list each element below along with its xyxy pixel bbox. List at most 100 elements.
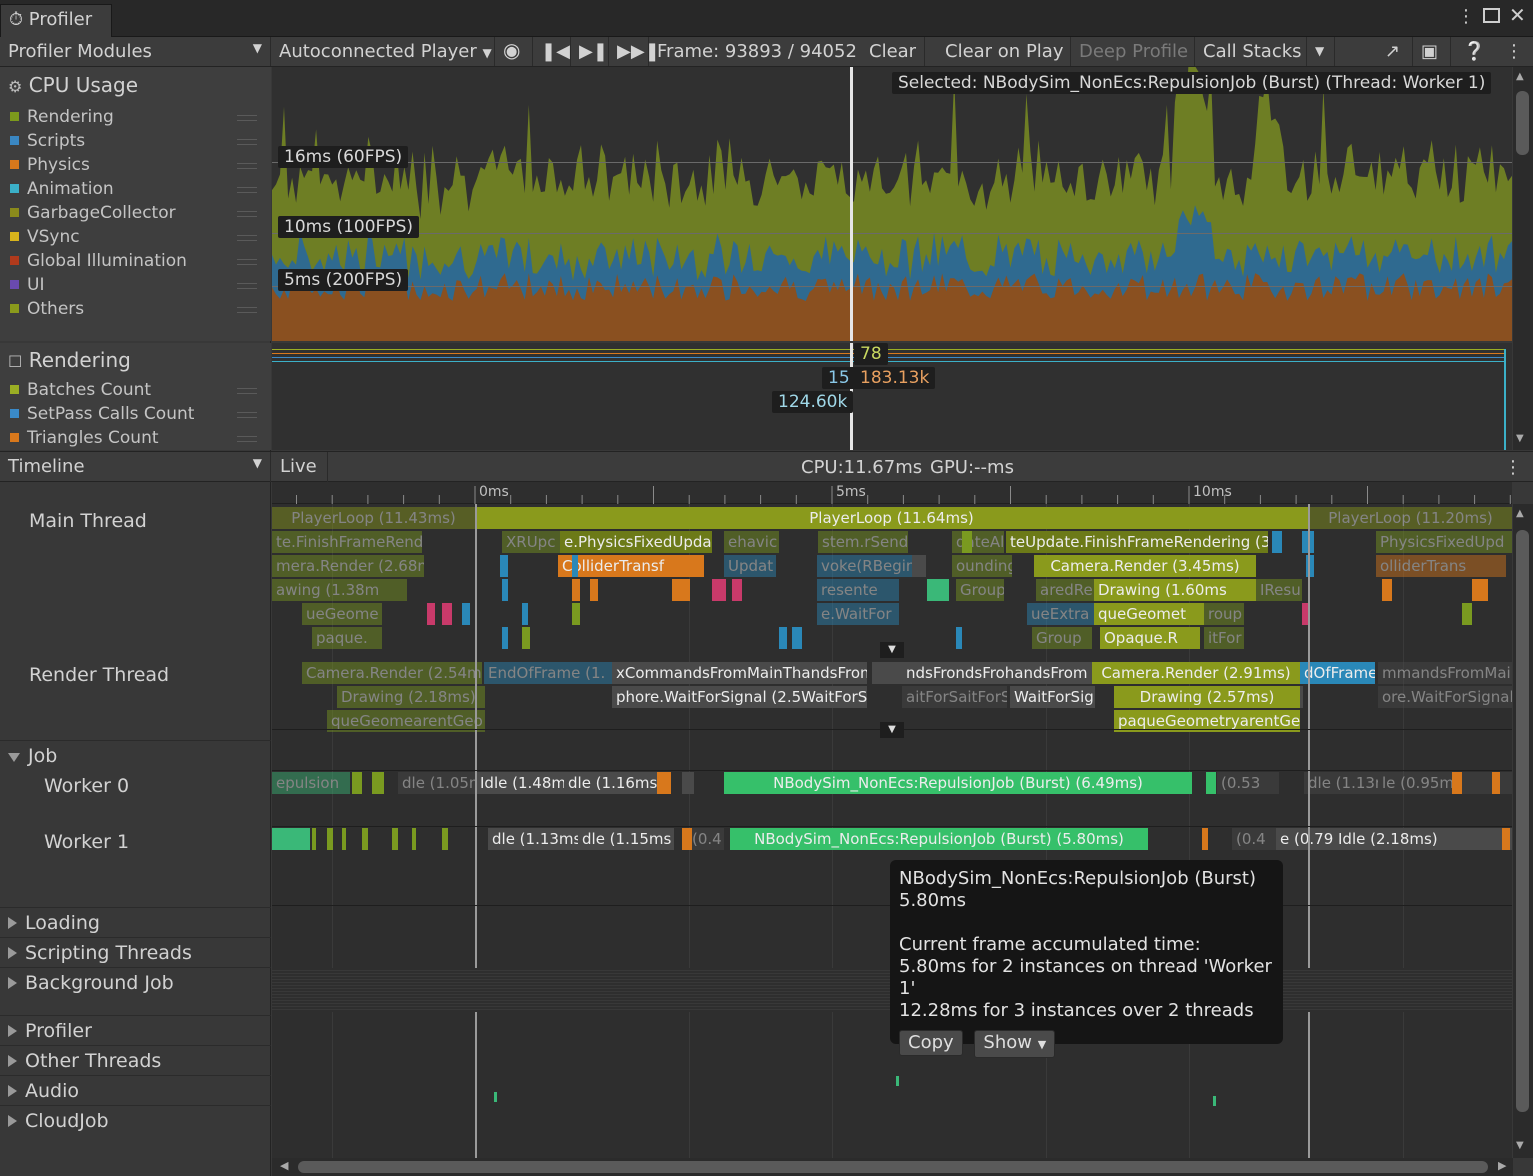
profiler-sample[interactable]: XRUpc bbox=[502, 531, 560, 553]
drag-handle-icon[interactable] bbox=[237, 235, 257, 241]
drag-handle-icon[interactable] bbox=[237, 412, 257, 418]
scroll-down-icon[interactable]: ▼ bbox=[1516, 1140, 1524, 1151]
scroll-up-icon[interactable]: ▲ bbox=[1516, 71, 1524, 82]
more-menu-icon[interactable]: ⋮ bbox=[1457, 6, 1475, 27]
drag-handle-icon[interactable] bbox=[237, 115, 257, 121]
profiler-sample[interactable]: dle (1.13ms bbox=[488, 828, 580, 850]
profiler-sample[interactable] bbox=[572, 555, 578, 577]
cpu-legend-item[interactable]: Physics bbox=[10, 155, 265, 175]
drag-handle-icon[interactable] bbox=[237, 307, 257, 313]
expand-main-thread-icon[interactable]: ▼ bbox=[880, 642, 904, 658]
profiler-sample[interactable] bbox=[372, 772, 384, 794]
profiler-sample[interactable]: mera.Render (2.68m bbox=[272, 555, 424, 577]
profiler-sample[interactable]: itFor bbox=[1204, 627, 1244, 649]
clear-on-play-button[interactable]: Clear on Play bbox=[937, 37, 1071, 66]
profiler-sample[interactable]: ore.WaitForSignal bbox=[1378, 686, 1512, 708]
profiler-sample[interactable]: Group bbox=[1032, 627, 1092, 649]
deep-profile-button[interactable]: Deep Profile bbox=[1071, 37, 1195, 66]
timeline-menu-icon[interactable]: ⋮ bbox=[1504, 457, 1522, 478]
profiler-sample[interactable]: stem.rSendF bbox=[818, 531, 908, 553]
profiler-sample[interactable]: Camera.Render (2.91ms) bbox=[1092, 662, 1300, 684]
profiler-sample[interactable] bbox=[1300, 686, 1303, 708]
cpu-legend-item[interactable]: Global Illumination bbox=[10, 251, 265, 271]
profiler-sample[interactable]: e.PhysicsFixedUpda bbox=[560, 531, 712, 553]
profiler-sample[interactable]: dle (1.05ms bbox=[398, 772, 476, 794]
thread-group-scripting-threads[interactable]: Scripting Threads bbox=[0, 937, 271, 967]
profiler-sample[interactable]: queGeomet bbox=[1094, 603, 1204, 625]
clear-button[interactable]: Clear bbox=[861, 37, 925, 66]
profiler-sample[interactable] bbox=[1462, 603, 1472, 625]
profiler-sample[interactable]: awing (1.38m bbox=[272, 579, 407, 601]
profiler-sample[interactable] bbox=[657, 772, 671, 794]
profiler-sample[interactable] bbox=[956, 627, 962, 649]
profiler-sample[interactable]: phore.WaitForSignal (2.5WaitForSig bbox=[612, 686, 867, 708]
profiler-sample[interactable]: mmandsFromMai bbox=[1378, 662, 1512, 684]
cpu-legend-item[interactable]: Scripts bbox=[10, 131, 265, 151]
drag-handle-icon[interactable] bbox=[237, 163, 257, 169]
toolbar-menu-button[interactable]: ⋮ bbox=[1497, 37, 1527, 66]
profiler-sample[interactable]: Drawing (2.57ms) bbox=[1114, 686, 1300, 708]
cpu-legend-item[interactable]: Animation bbox=[10, 179, 265, 199]
thread-group-profiler[interactable]: Profiler bbox=[0, 1015, 271, 1045]
profiler-sample[interactable]: Drawing (1.60ms bbox=[1094, 579, 1256, 601]
profiler-sample[interactable]: (0.53 bbox=[1217, 772, 1279, 794]
rendering-graph[interactable]: 78 15 183.13k 124.60k bbox=[272, 343, 1512, 450]
thread-group-loading[interactable]: Loading bbox=[0, 907, 271, 937]
thread-group-background-job[interactable]: Background Job bbox=[0, 967, 271, 997]
profiler-sample[interactable] bbox=[502, 579, 508, 601]
thread-group-other-threads[interactable]: Other Threads bbox=[0, 1045, 271, 1075]
profiler-sample[interactable]: aredRen bbox=[1036, 579, 1096, 601]
profiler-sample[interactable] bbox=[500, 555, 508, 577]
view-mode-dropdown[interactable]: Timeline ▼ bbox=[0, 452, 271, 482]
profiler-sample[interactable]: NBodySim_NonEcs:RepulsionJob (Burst) (6.… bbox=[724, 772, 1192, 794]
profiler-sample[interactable]: paque. bbox=[312, 627, 382, 649]
drag-handle-icon[interactable] bbox=[237, 388, 257, 394]
profiler-sample[interactable]: Idle (1.48ms) bbox=[476, 772, 564, 794]
next-frame-button[interactable]: ▶❚ bbox=[571, 37, 609, 66]
call-stacks-button[interactable]: Call Stacks bbox=[1195, 37, 1307, 66]
profiler-sample[interactable]: WaitForSig bbox=[1010, 686, 1095, 708]
frame-cursor[interactable] bbox=[850, 67, 853, 341]
show-button[interactable]: Show ▼ bbox=[974, 1030, 1056, 1058]
profiler-sample[interactable]: dateAll bbox=[952, 531, 1004, 553]
job-group-toggle[interactable]: Job bbox=[8, 745, 57, 767]
profiler-sample[interactable] bbox=[462, 603, 470, 625]
profiler-sample[interactable]: ueGeome bbox=[302, 603, 382, 625]
profiler-sample[interactable]: NBodySim_NonEcs:RepulsionJob (Burst) (5.… bbox=[730, 828, 1148, 850]
profiler-sample[interactable]: dOfFrame bbox=[1300, 662, 1375, 684]
drag-handle-icon[interactable] bbox=[237, 139, 257, 145]
profiler-sample[interactable] bbox=[442, 603, 452, 625]
profiler-sample[interactable]: IResult bbox=[1256, 579, 1302, 601]
profiler-sample[interactable] bbox=[327, 828, 333, 850]
profiler-sample[interactable]: PhysicsFixedUpd bbox=[1376, 531, 1512, 553]
profiler-sample[interactable] bbox=[1272, 531, 1282, 553]
profiler-sample[interactable] bbox=[682, 772, 694, 794]
thread-group-audio[interactable]: Audio bbox=[0, 1075, 271, 1105]
profiler-sample[interactable]: e.WaitFor bbox=[817, 603, 899, 625]
profiler-sample[interactable]: dle (1.15ms bbox=[578, 828, 674, 850]
save-button[interactable]: ▣ bbox=[1413, 37, 1451, 66]
profiler-sample[interactable] bbox=[502, 627, 508, 649]
profiler-sample[interactable] bbox=[572, 579, 580, 601]
profiler-sample[interactable] bbox=[412, 828, 416, 850]
profiler-sample[interactable]: ColliderTransf bbox=[558, 555, 704, 577]
profiler-sample[interactable]: te.FinishFrameRende bbox=[272, 531, 422, 553]
profiler-sample[interactable] bbox=[442, 828, 448, 850]
cpu-usage-graph[interactable]: 16ms (60FPS) 10ms (100FPS) 5ms (200FPS) … bbox=[272, 67, 1512, 341]
profiler-sample[interactable] bbox=[779, 627, 787, 649]
copy-button[interactable]: Copy bbox=[899, 1030, 963, 1056]
cpu-legend-item[interactable]: UI bbox=[10, 275, 265, 295]
profiler-sample[interactable]: voke(RBegin bbox=[817, 555, 913, 577]
scrollbar-thumb[interactable] bbox=[1516, 530, 1529, 1112]
profiler-sample[interactable] bbox=[352, 772, 362, 794]
profiler-modules-dropdown[interactable]: Profiler Modules ▼ bbox=[0, 37, 271, 66]
profiler-sample[interactable]: Camera.Render (2.54ms bbox=[302, 662, 482, 684]
record-button[interactable]: ◉ bbox=[495, 37, 533, 66]
profiler-sample[interactable]: Updat bbox=[724, 555, 776, 577]
profiler-sample[interactable] bbox=[362, 828, 368, 850]
profiler-sample[interactable]: Idle (2.18ms) bbox=[1334, 828, 1512, 850]
timeline-view[interactable]: PlayerLoop (11.43ms) PlayerLoop (11.64ms)… bbox=[272, 482, 1512, 1158]
profiler-sample[interactable] bbox=[272, 828, 310, 850]
rendering-legend-item[interactable]: SetPass Calls Count bbox=[10, 404, 265, 424]
current-frame-button[interactable]: ▶▶❚ bbox=[609, 37, 660, 66]
